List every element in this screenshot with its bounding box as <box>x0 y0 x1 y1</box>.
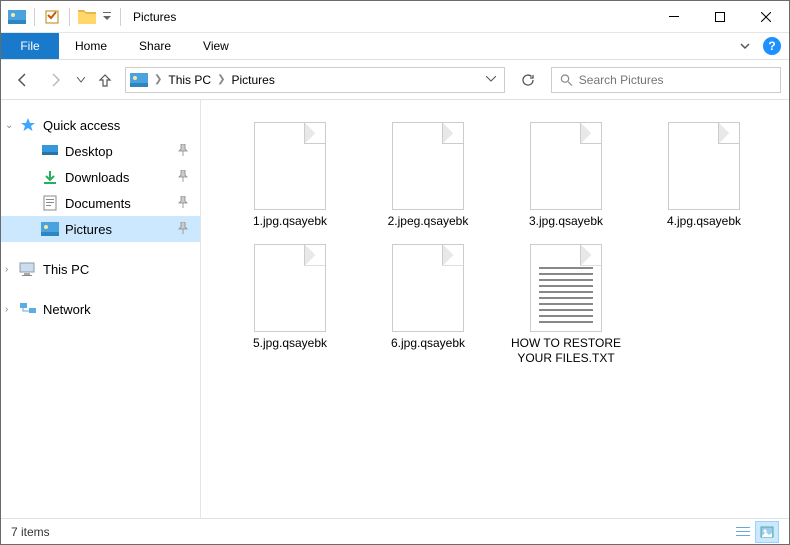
thumbnails-view-button[interactable] <box>755 521 779 543</box>
file-item[interactable]: 1.jpg.qsayebk <box>221 114 359 236</box>
refresh-button[interactable] <box>513 67 543 93</box>
sidebar-item-desktop[interactable]: Desktop <box>1 138 200 164</box>
pin-icon <box>178 170 188 185</box>
pin-icon <box>178 144 188 159</box>
address-bar[interactable]: ❯ This PC ❯ Pictures <box>125 67 505 93</box>
maximize-button[interactable] <box>697 2 743 32</box>
sidebar-item-label: Documents <box>65 196 172 211</box>
search-icon <box>560 73 573 87</box>
file-name: 5.jpg.qsayebk <box>253 336 327 352</box>
file-name: 2.jpeg.qsayebk <box>388 214 469 230</box>
ribbon-tabs: File Home Share View ? <box>1 33 789 60</box>
file-name: 6.jpg.qsayebk <box>391 336 465 352</box>
file-item[interactable]: 6.jpg.qsayebk <box>359 236 497 373</box>
sidebar-network[interactable]: › Network <box>1 296 200 322</box>
pictures-icon <box>41 221 59 237</box>
minimize-button[interactable] <box>651 2 697 32</box>
address-dropdown-icon[interactable] <box>478 74 504 85</box>
file-name: HOW TO RESTORE YOUR FILES.TXT <box>501 336 631 367</box>
chevron-right-icon[interactable]: ❯ <box>217 74 225 85</box>
chevron-right-icon[interactable]: ❯ <box>154 74 162 85</box>
search-box[interactable] <box>551 67 781 93</box>
up-button[interactable] <box>93 68 117 92</box>
window-controls <box>651 2 789 32</box>
expand-ribbon-icon[interactable] <box>735 36 755 56</box>
sidebar-quick-access[interactable]: ⌄ Quick access <box>1 112 200 138</box>
file-thumbnail <box>251 120 329 210</box>
file-item[interactable]: 5.jpg.qsayebk <box>221 236 359 373</box>
chevron-right-icon[interactable]: › <box>5 304 8 315</box>
file-thumbnail <box>389 242 467 332</box>
view-mode-toggles <box>731 521 779 543</box>
explorer-window: Pictures File Home Share View ? <box>0 0 790 545</box>
history-dropdown-icon[interactable] <box>73 77 89 83</box>
pc-icon <box>19 261 37 277</box>
file-tab[interactable]: File <box>1 33 59 59</box>
item-count: 7 items <box>11 525 50 539</box>
chevron-down-icon[interactable]: ⌄ <box>5 120 13 131</box>
details-view-button[interactable] <box>731 521 755 543</box>
title-bar: Pictures <box>1 1 789 33</box>
content-area: ⌄ Quick access Desktop Downloads Documents… <box>1 100 789 518</box>
close-button[interactable] <box>743 2 789 32</box>
sidebar-item-downloads[interactable]: Downloads <box>1 164 200 190</box>
location-pictures-icon <box>130 72 148 88</box>
desktop-icon <box>41 143 59 159</box>
file-name: 4.jpg.qsayebk <box>667 214 741 230</box>
file-thumbnail <box>665 120 743 210</box>
forward-button[interactable] <box>41 66 69 94</box>
file-item[interactable]: 4.jpg.qsayebk <box>635 114 773 236</box>
sidebar-item-label: Downloads <box>65 170 172 185</box>
back-button[interactable] <box>9 66 37 94</box>
sidebar-item-pictures[interactable]: Pictures <box>1 216 200 242</box>
pin-icon <box>178 222 188 237</box>
star-icon <box>19 117 37 133</box>
sidebar-item-label: Pictures <box>65 222 172 237</box>
breadcrumb-this-pc[interactable]: This PC <box>168 73 211 87</box>
app-icon <box>8 8 26 26</box>
qat-dropdown-icon[interactable] <box>102 8 112 26</box>
chevron-right-icon[interactable]: › <box>5 264 8 275</box>
documents-icon <box>41 195 59 211</box>
quick-access-toolbar <box>1 8 123 26</box>
search-input[interactable] <box>579 73 780 87</box>
folder-icon[interactable] <box>78 8 96 26</box>
sidebar-item-label: Desktop <box>65 144 172 159</box>
downloads-icon <box>41 169 59 185</box>
pin-icon <box>178 196 188 211</box>
view-tab[interactable]: View <box>187 33 245 59</box>
sidebar-item-documents[interactable]: Documents <box>1 190 200 216</box>
network-icon <box>19 301 37 317</box>
home-tab[interactable]: Home <box>59 33 123 59</box>
window-title: Pictures <box>133 10 176 24</box>
file-item[interactable]: 3.jpg.qsayebk <box>497 114 635 236</box>
sidebar-this-pc[interactable]: › This PC <box>1 256 200 282</box>
file-thumbnail <box>527 242 605 332</box>
navigation-pane: ⌄ Quick access Desktop Downloads Documents… <box>1 100 201 518</box>
file-thumbnail <box>527 120 605 210</box>
file-item[interactable]: 2.jpeg.qsayebk <box>359 114 497 236</box>
share-tab[interactable]: Share <box>123 33 187 59</box>
file-item[interactable]: HOW TO RESTORE YOUR FILES.TXT <box>497 236 635 373</box>
properties-icon[interactable] <box>43 8 61 26</box>
breadcrumb-pictures[interactable]: Pictures <box>231 73 274 87</box>
status-bar: 7 items <box>1 518 789 544</box>
help-button[interactable]: ? <box>763 37 781 55</box>
file-name: 1.jpg.qsayebk <box>253 214 327 230</box>
file-thumbnail <box>251 242 329 332</box>
file-list[interactable]: 1.jpg.qsayebk 2.jpeg.qsayebk 3.jpg.qsayebk… <box>201 100 789 518</box>
file-thumbnail <box>389 120 467 210</box>
navigation-bar: ❯ This PC ❯ Pictures <box>1 60 789 100</box>
file-name: 3.jpg.qsayebk <box>529 214 603 230</box>
